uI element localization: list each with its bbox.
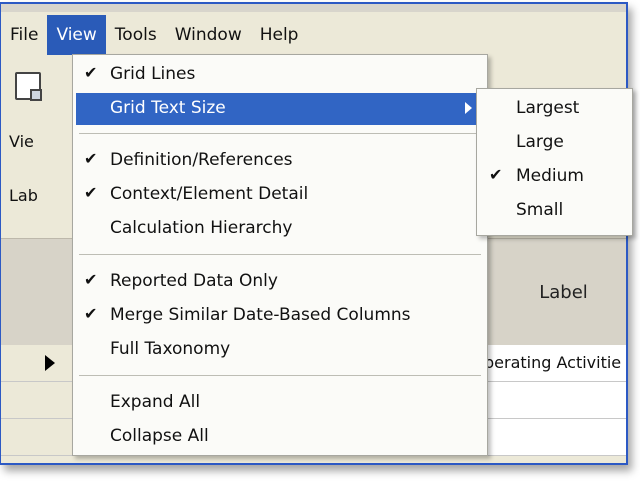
menu-item-calculation-hierarchy[interactable]: Calculation Hierarchy: [76, 213, 484, 245]
checkmark-icon: ✔: [84, 149, 98, 168]
menu-item-collapse-all[interactable]: Collapse All: [76, 421, 484, 453]
checkmark-icon: ✔: [84, 304, 98, 323]
menu-item-label: Collapse All: [110, 426, 209, 446]
label-field-label: Lab: [9, 186, 38, 205]
menu-view[interactable]: View: [47, 15, 106, 55]
checkmark-icon: ✔: [84, 270, 98, 289]
menu-separator: [79, 133, 481, 134]
submenu-item-large[interactable]: Large: [479, 127, 629, 159]
checkmark-icon: ✔: [84, 63, 98, 82]
menu-item-reported-data-only[interactable]: ✔ Reported Data Only: [76, 266, 484, 298]
menu-item-merge-similar-columns[interactable]: ✔ Merge Similar Date-Based Columns: [76, 300, 484, 332]
grid-text-size-submenu: Largest Large ✔ Medium Small: [476, 88, 633, 236]
submenu-item-label: Largest: [516, 98, 580, 118]
menu-window[interactable]: Window: [166, 15, 251, 55]
grid-column-label[interactable]: Label: [484, 239, 626, 345]
menu-tools[interactable]: Tools: [106, 15, 166, 55]
menu-item-label: Merge Similar Date-Based Columns: [110, 305, 411, 325]
submenu-arrow-icon: [465, 102, 472, 114]
submenu-item-label: Large: [516, 132, 564, 152]
menu-item-full-taxonomy[interactable]: Full Taxonomy: [76, 334, 484, 366]
menu-item-grid-text-size[interactable]: Grid Text Size: [76, 93, 484, 125]
document-icon[interactable]: [15, 72, 42, 101]
submenu-item-small[interactable]: Small: [479, 195, 629, 227]
menu-item-context-element-detail[interactable]: ✔ Context/Element Detail: [76, 179, 484, 211]
submenu-item-largest[interactable]: Largest: [479, 93, 629, 125]
checkmark-icon: ✔: [489, 165, 503, 184]
menu-item-label: Grid Text Size: [110, 98, 226, 118]
menu-item-label: Definition/References: [110, 150, 293, 170]
checkmark-icon: ✔: [84, 183, 98, 202]
menu-item-label: Full Taxonomy: [110, 339, 231, 359]
submenu-item-label: Small: [516, 200, 564, 220]
menu-help[interactable]: Help: [251, 15, 308, 55]
row-selector[interactable]: [1, 419, 80, 455]
menu-item-definition-references[interactable]: ✔ Definition/References: [76, 145, 484, 177]
table-cell[interactable]: perating Activitie: [484, 353, 621, 372]
menu-item-expand-all[interactable]: Expand All: [76, 387, 484, 419]
submenu-item-label: Medium: [516, 166, 584, 186]
menu-separator: [79, 254, 481, 255]
view-field-label: Vie: [9, 132, 34, 151]
row-selector[interactable]: [1, 382, 80, 418]
menu-item-grid-lines[interactable]: ✔ Grid Lines: [76, 59, 484, 91]
menu-bar: File View Tools Window Help: [1, 12, 626, 58]
submenu-item-medium[interactable]: ✔ Medium: [479, 161, 629, 193]
menu-item-label: Context/Element Detail: [110, 184, 309, 204]
current-row-arrow-icon: [45, 355, 55, 371]
menu-item-label: Calculation Hierarchy: [110, 218, 293, 238]
menu-item-label: Expand All: [110, 392, 201, 412]
menu-file[interactable]: File: [1, 15, 47, 55]
menu-separator: [79, 375, 481, 376]
menu-item-label: Reported Data Only: [110, 271, 278, 291]
view-menu-dropdown: ✔ Grid Lines Grid Text Size ✔ Definition…: [72, 54, 488, 456]
row-selector[interactable]: [1, 345, 80, 381]
menu-item-label: Grid Lines: [110, 64, 196, 84]
